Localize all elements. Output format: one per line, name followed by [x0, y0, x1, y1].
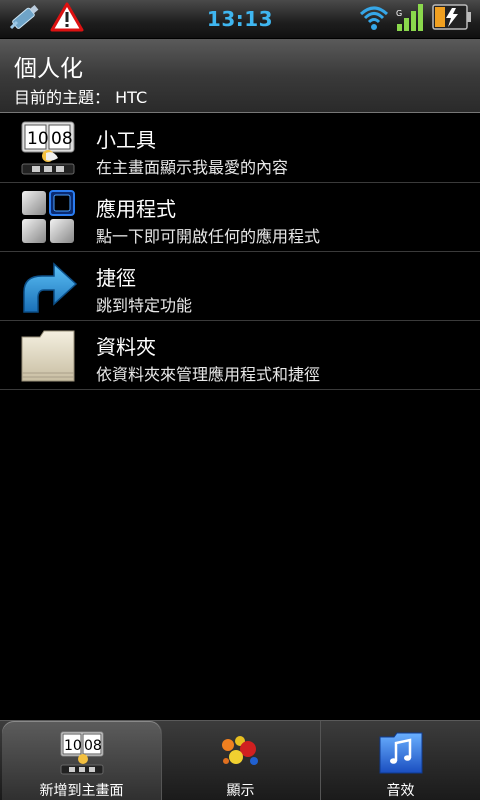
tab-label: 新增到主畫面 [39, 783, 124, 799]
list-item-widgets[interactable]: 10 08 小工具 在主畫面顯示我最愛的內容 [0, 114, 480, 183]
svg-text:G: G [396, 9, 402, 18]
screen: 13:13 G 個人化 目前的主題： HTC 10 08 小工具 在主畫面顯示我… [0, 0, 480, 800]
current-theme-label: 目前的主題： HTC [14, 88, 148, 107]
add-to-home-icon: 10 08 [59, 731, 105, 775]
list-item-title: 小工具 [96, 128, 156, 152]
list-item-title: 捷徑 [96, 266, 136, 290]
sound-icon [378, 731, 424, 775]
page-header: 個人化 目前的主題： HTC [0, 39, 480, 113]
folder-icon [18, 327, 78, 383]
display-icon [218, 731, 264, 775]
tab-add-to-home[interactable]: 10 08 新增到主畫面 [2, 721, 162, 800]
wifi-icon [358, 2, 390, 36]
battery-charging-icon [432, 2, 472, 36]
list-item-desc: 依資料夾來管理應用程式和捷徑 [96, 365, 321, 384]
tab-label: 顯示 [226, 783, 255, 799]
widget-clock-icon: 10 08 [18, 120, 78, 176]
status-bar: 13:13 G [0, 0, 480, 39]
tab-display[interactable]: 顯示 [161, 721, 321, 800]
bottom-tab-bar: 10 08 新增到主畫面 顯示 音效 [0, 720, 480, 800]
status-right: G [358, 2, 472, 36]
list-item-apps[interactable]: 應用程式 點一下即可開啟任何的應用程式 [0, 183, 480, 252]
list-item-desc: 跳到特定功能 [96, 296, 193, 315]
tab-label: 音效 [386, 783, 415, 799]
tab-clock-minutes: 08 [84, 738, 102, 754]
shortcut-arrow-icon [18, 258, 78, 314]
list-item-shortcuts[interactable]: 捷徑 跳到特定功能 [0, 252, 480, 321]
list-item-title: 應用程式 [96, 197, 176, 221]
list-item-folders[interactable]: 資料夾 依資料夾來管理應用程式和捷徑 [0, 321, 480, 390]
widget-clock-minutes: 08 [51, 129, 73, 149]
tab-clock-hours: 10 [64, 738, 82, 754]
list-item-desc: 點一下即可開啟任何的應用程式 [96, 227, 321, 246]
widget-clock-hours: 10 [27, 129, 49, 149]
tab-sound[interactable]: 音效 [321, 721, 480, 800]
personalize-list: 10 08 小工具 在主畫面顯示我最愛的內容 應用程式 點一下即可開啟任何的應用… [0, 114, 480, 390]
list-item-desc: 在主畫面顯示我最愛的內容 [96, 158, 289, 177]
app-grid-icon [18, 189, 78, 245]
page-title: 個人化 [14, 56, 83, 82]
signal-icon: G [396, 2, 426, 36]
list-item-title: 資料夾 [96, 335, 156, 359]
